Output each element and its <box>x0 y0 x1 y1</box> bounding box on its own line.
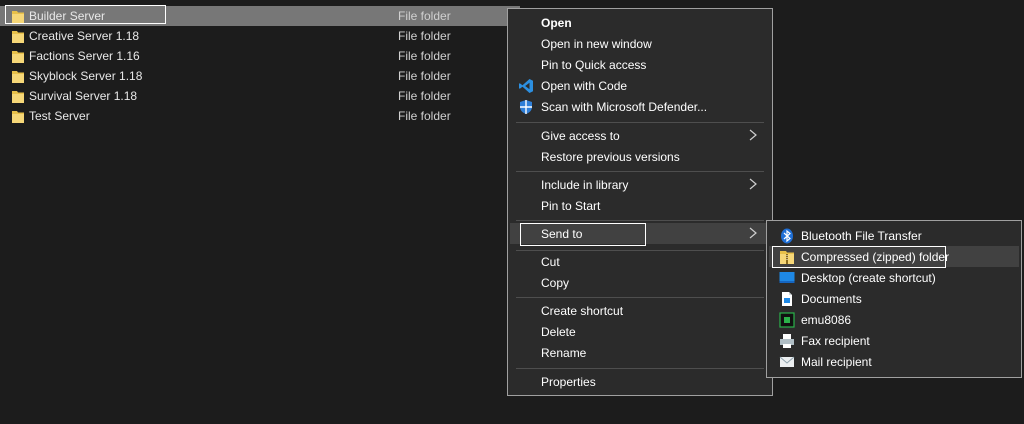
context-menu: Open Open in new window Pin to Quick acc… <box>507 8 773 396</box>
keyboard-focus-frame <box>520 223 646 246</box>
menu-item-scan-defender[interactable]: Scan with Microsoft Defender... <box>510 96 770 117</box>
menu-item-label: Open with Code <box>541 79 628 93</box>
menu-item-open-with-code[interactable]: Open with Code <box>510 75 770 96</box>
mail-envelope-icon <box>779 356 795 367</box>
file-type: File folder <box>398 49 451 63</box>
folder-icon <box>12 91 24 103</box>
menu-separator <box>516 220 764 221</box>
menu-separator <box>516 122 764 123</box>
file-type: File folder <box>398 9 451 23</box>
menu-item-include-library[interactable]: Include in library <box>510 174 770 195</box>
menu-item-label: Delete <box>541 325 576 339</box>
menu-item-give-access[interactable]: Give access to <box>510 125 770 146</box>
send-to-documents[interactable]: Documents <box>769 288 1019 309</box>
bluetooth-icon <box>781 228 793 244</box>
folder-icon <box>12 71 24 83</box>
menu-item-label: Include in library <box>541 178 629 192</box>
file-type: File folder <box>398 69 451 83</box>
submenu-item-label: emu8086 <box>801 313 852 327</box>
send-to-mail[interactable]: Mail recipient <box>769 351 1019 372</box>
menu-item-label: Pin to Quick access <box>541 58 647 72</box>
file-name: Skyblock Server 1.18 <box>29 69 143 83</box>
menu-item-open[interactable]: Open <box>510 12 770 33</box>
menu-item-label: Cut <box>541 255 560 269</box>
send-to-bluetooth[interactable]: Bluetooth File Transfer <box>769 225 1019 246</box>
submenu-focus-frame <box>772 246 946 268</box>
folder-icon <box>12 51 24 63</box>
menu-item-create-shortcut[interactable]: Create shortcut <box>510 300 770 321</box>
chevron-right-icon <box>749 129 757 141</box>
menu-item-label: Open <box>541 16 572 30</box>
chevron-right-icon <box>749 227 757 239</box>
menu-item-label: Create shortcut <box>541 304 624 318</box>
defender-shield-icon <box>520 100 532 114</box>
submenu-item-label: Documents <box>801 292 862 306</box>
menu-item-label: Rename <box>541 346 587 360</box>
menu-item-label: Restore previous versions <box>541 150 680 164</box>
file-type: File folder <box>398 109 451 123</box>
file-row-creative-server[interactable]: Creative Server 1.18 File folder <box>0 26 520 46</box>
file-type: File folder <box>398 29 451 43</box>
desktop-icon <box>779 272 795 283</box>
menu-item-properties[interactable]: Properties <box>510 371 770 392</box>
send-to-desktop[interactable]: Desktop (create shortcut) <box>769 267 1019 288</box>
file-row-factions-server[interactable]: Factions Server 1.16 File folder <box>0 46 520 66</box>
send-to-fax[interactable]: Fax recipient <box>769 330 1019 351</box>
menu-item-label: Open in new window <box>541 37 652 51</box>
menu-item-label: Give access to <box>541 129 620 143</box>
file-row-survival-server[interactable]: Survival Server 1.18 File folder <box>0 86 520 106</box>
menu-item-label: Scan with Microsoft Defender... <box>541 100 708 114</box>
menu-item-pin-start[interactable]: Pin to Start <box>510 195 770 216</box>
send-to-submenu: Bluetooth File Transfer Compressed (zipp… <box>766 220 1022 378</box>
menu-separator <box>516 171 764 172</box>
submenu-item-label: Bluetooth File Transfer <box>801 229 922 243</box>
vscode-icon <box>519 79 533 93</box>
menu-item-open-new-window[interactable]: Open in new window <box>510 33 770 54</box>
file-name: Creative Server 1.18 <box>29 29 140 43</box>
file-name: Test Server <box>29 109 90 123</box>
menu-separator <box>516 297 764 298</box>
menu-item-label: Copy <box>541 276 570 290</box>
folder-icon <box>12 111 24 123</box>
chevron-right-icon <box>749 178 757 190</box>
selection-focus-frame <box>5 5 166 24</box>
menu-item-delete[interactable]: Delete <box>510 321 770 342</box>
emu8086-chip-icon <box>779 312 795 328</box>
submenu-item-label: Desktop (create shortcut) <box>801 271 936 285</box>
menu-item-label: Pin to Start <box>541 199 601 213</box>
menu-item-copy[interactable]: Copy <box>510 272 770 293</box>
fax-printer-icon <box>780 334 794 348</box>
documents-icon <box>782 292 792 306</box>
submenu-item-label: Mail recipient <box>801 355 872 369</box>
menu-separator <box>516 368 764 369</box>
menu-item-restore-versions[interactable]: Restore previous versions <box>510 146 770 167</box>
menu-item-pin-quick-access[interactable]: Pin to Quick access <box>510 54 770 75</box>
file-name: Survival Server 1.18 <box>29 89 138 103</box>
file-type: File folder <box>398 89 451 103</box>
menu-item-label: Properties <box>541 375 596 389</box>
folder-icon <box>12 31 24 43</box>
menu-item-rename[interactable]: Rename <box>510 342 770 363</box>
file-row-test-server[interactable]: Test Server File folder <box>0 106 520 126</box>
submenu-item-label: Fax recipient <box>801 334 870 348</box>
menu-item-cut[interactable]: Cut <box>510 251 770 272</box>
file-row-skyblock-server[interactable]: Skyblock Server 1.18 File folder <box>0 66 520 86</box>
send-to-emu8086[interactable]: emu8086 <box>769 309 1019 330</box>
file-name: Factions Server 1.16 <box>29 49 140 63</box>
